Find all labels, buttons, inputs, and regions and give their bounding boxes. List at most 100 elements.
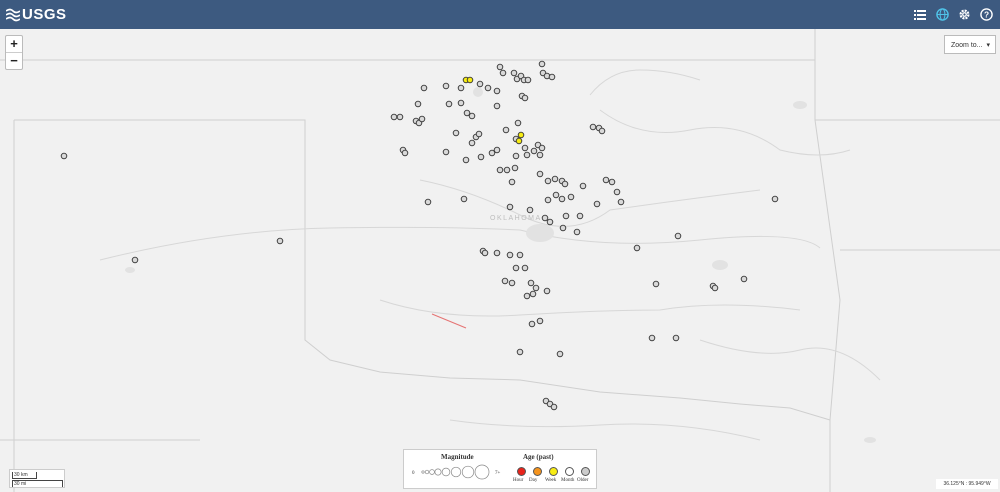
earthquake-marker[interactable] [510,69,518,77]
earthquake-marker[interactable] [475,130,483,138]
earthquake-marker[interactable] [484,84,492,92]
earthquake-marker[interactable] [506,203,514,211]
earthquake-marker[interactable] [462,156,470,164]
earthquake-marker[interactable] [672,334,680,342]
earthquake-marker[interactable] [538,60,546,68]
earthquake-marker[interactable] [396,113,404,121]
earthquake-marker[interactable] [276,237,284,245]
zoom-to-dropdown[interactable]: Zoom to... ▾ [944,35,996,54]
earthquake-marker[interactable] [496,63,504,71]
earthquake-marker[interactable] [552,191,560,199]
earthquake-marker[interactable] [559,224,567,232]
earthquake-marker[interactable] [558,195,566,203]
zoom-in-button[interactable]: + [6,36,22,52]
earthquake-marker[interactable] [544,196,552,204]
earthquake-marker[interactable] [466,76,474,84]
earthquake-marker[interactable] [556,350,564,358]
earthquake-marker[interactable] [442,148,450,156]
zoom-out-button[interactable]: − [6,52,22,69]
earthquake-marker[interactable] [60,152,68,160]
earthquake-marker[interactable] [493,146,501,154]
earthquake-marker[interactable] [457,84,465,92]
earthquake-marker[interactable] [613,188,621,196]
earthquake-marker[interactable] [528,320,536,328]
earthquake-marker[interactable] [502,126,510,134]
earthquake-marker[interactable] [517,131,525,139]
earthquake-marker[interactable] [445,100,453,108]
earthquake-marker[interactable] [516,348,524,356]
usgs-logo[interactable]: USGS [6,6,67,23]
earthquake-marker[interactable] [477,153,485,161]
earthquake-marker[interactable] [131,256,139,264]
earthquake-marker[interactable] [476,80,484,88]
earthquake-marker[interactable] [674,232,682,240]
earthquake-marker[interactable] [523,292,531,300]
earthquake-marker[interactable] [536,170,544,178]
earthquake-marker[interactable] [543,287,551,295]
earthquake-marker[interactable] [567,193,575,201]
earthquake-marker[interactable] [562,212,570,220]
earthquake-marker[interactable] [390,113,398,121]
earthquake-marker[interactable] [589,123,597,131]
earthquake-marker[interactable] [418,115,426,123]
earthquake-marker[interactable] [460,195,468,203]
earthquake-marker[interactable] [468,139,476,147]
earthquake-marker[interactable] [561,180,569,188]
earthquake-marker[interactable] [532,284,540,292]
earthquake-marker[interactable] [516,251,524,259]
earthquake-marker[interactable] [546,218,554,226]
earthquake-marker[interactable] [551,175,559,183]
earthquake-marker[interactable] [508,279,516,287]
earthquake-marker[interactable] [493,249,501,257]
earthquake-marker[interactable] [493,102,501,110]
earthquake-marker[interactable] [593,200,601,208]
earthquake-marker[interactable] [524,76,532,84]
earthquake-marker[interactable] [496,166,504,174]
gear-icon[interactable] [956,7,972,23]
earthquake-marker[interactable] [420,84,428,92]
map-canvas[interactable]: OKLAHOMA [0,29,1000,492]
earthquake-marker[interactable] [493,87,501,95]
earthquake-marker[interactable] [481,249,489,257]
earthquake-marker[interactable] [514,119,522,127]
earthquake-marker[interactable] [442,82,450,90]
earthquake-marker[interactable] [541,214,549,222]
earthquake-marker[interactable] [598,127,606,135]
earthquake-marker[interactable] [457,99,465,107]
earthquake-marker[interactable] [617,198,625,206]
earthquake-marker[interactable] [608,178,616,186]
earthquake-marker[interactable] [771,195,779,203]
earthquake-marker[interactable] [633,244,641,252]
earthquake-marker[interactable] [573,228,581,236]
earthquake-marker[interactable] [652,280,660,288]
earthquake-marker[interactable] [515,137,523,145]
earthquake-marker[interactable] [511,164,519,172]
help-icon[interactable]: ? [978,7,994,23]
earthquake-marker[interactable] [499,69,507,77]
earthquake-marker[interactable] [548,73,556,81]
earthquake-marker[interactable] [512,264,520,272]
earthquake-marker[interactable] [523,151,531,159]
earthquake-marker[interactable] [530,147,538,155]
earthquake-marker[interactable] [711,284,719,292]
earthquake-marker[interactable] [740,275,748,283]
earthquake-marker[interactable] [576,212,584,220]
earthquake-marker[interactable] [521,144,529,152]
earthquake-marker[interactable] [512,152,520,160]
list-icon[interactable] [912,7,928,23]
earthquake-marker[interactable] [526,206,534,214]
earthquake-marker[interactable] [508,178,516,186]
earthquake-marker[interactable] [579,182,587,190]
earthquake-marker[interactable] [401,149,409,157]
earthquake-marker[interactable] [503,166,511,174]
earthquake-marker[interactable] [501,277,509,285]
earthquake-marker[interactable] [602,176,610,184]
earthquake-marker[interactable] [648,334,656,342]
earthquake-marker[interactable] [468,112,476,120]
earthquake-marker[interactable] [550,403,558,411]
earthquake-marker[interactable] [521,264,529,272]
earthquake-marker[interactable] [506,251,514,259]
earthquake-marker[interactable] [536,151,544,159]
earthquake-marker[interactable] [536,317,544,325]
earthquake-marker[interactable] [544,177,552,185]
